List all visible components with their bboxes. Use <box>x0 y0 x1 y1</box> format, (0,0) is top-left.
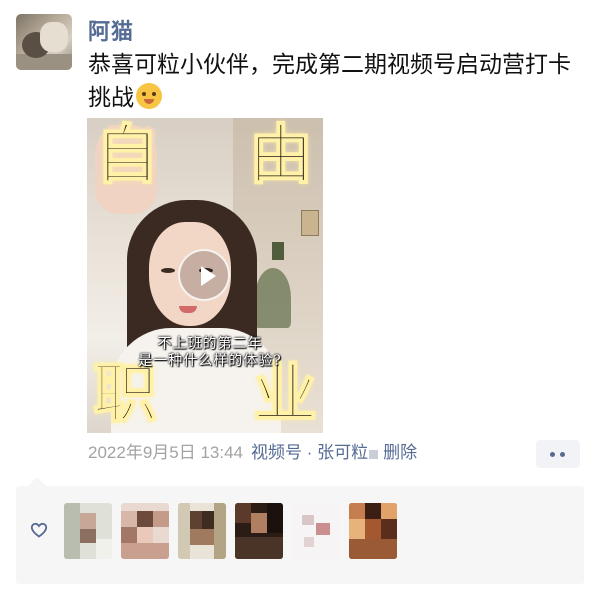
liker-avatar[interactable] <box>121 503 169 559</box>
overlay-char-2: 由 <box>248 118 314 193</box>
delete-link[interactable]: 删除 <box>383 443 417 462</box>
caption-line-2: 是一种什么样的体验? <box>138 353 282 369</box>
dot-icon <box>550 452 555 457</box>
post-timestamp: 2022年9月5日 13:44 <box>88 443 243 462</box>
mosaic-redaction <box>369 450 379 459</box>
more-actions-button[interactable] <box>536 440 580 468</box>
liker-avatar[interactable] <box>178 503 226 559</box>
liker-avatar[interactable] <box>64 503 112 559</box>
post-text: 恭喜可粒小伙伴，完成第二期视频号启动营打卡挑战 <box>88 48 583 114</box>
dot-icon <box>560 452 565 457</box>
author-avatar[interactable] <box>16 14 72 70</box>
video-caption: 不上班的第二年 是一种什么样的体验? <box>125 336 295 370</box>
liker-avatar[interactable] <box>349 503 397 559</box>
likes-panel <box>16 477 584 584</box>
overlay-char-3: 职 <box>92 357 158 432</box>
post-meta: 2022年9月5日 13:44 视频号 · 张可粒 删除 <box>88 441 417 465</box>
author-name[interactable]: 阿猫 <box>88 14 134 46</box>
liker-avatar[interactable] <box>292 503 340 559</box>
overlay-char-1: 自 <box>94 118 160 193</box>
shushing-face-emoji-icon <box>136 83 162 109</box>
overlay-char-4: 业 <box>252 357 318 432</box>
play-icon <box>201 266 216 286</box>
play-button[interactable] <box>178 249 230 301</box>
heart-outline-icon <box>30 522 48 538</box>
liker-avatar[interactable] <box>235 503 283 559</box>
caption-line-1: 不上班的第二年 <box>157 336 263 352</box>
channel-link[interactable]: 视频号 · 张可粒 <box>251 443 368 462</box>
video-card[interactable]: 自 由 职 业 不上班的第二年 是一种什么样的体验? <box>87 118 323 433</box>
